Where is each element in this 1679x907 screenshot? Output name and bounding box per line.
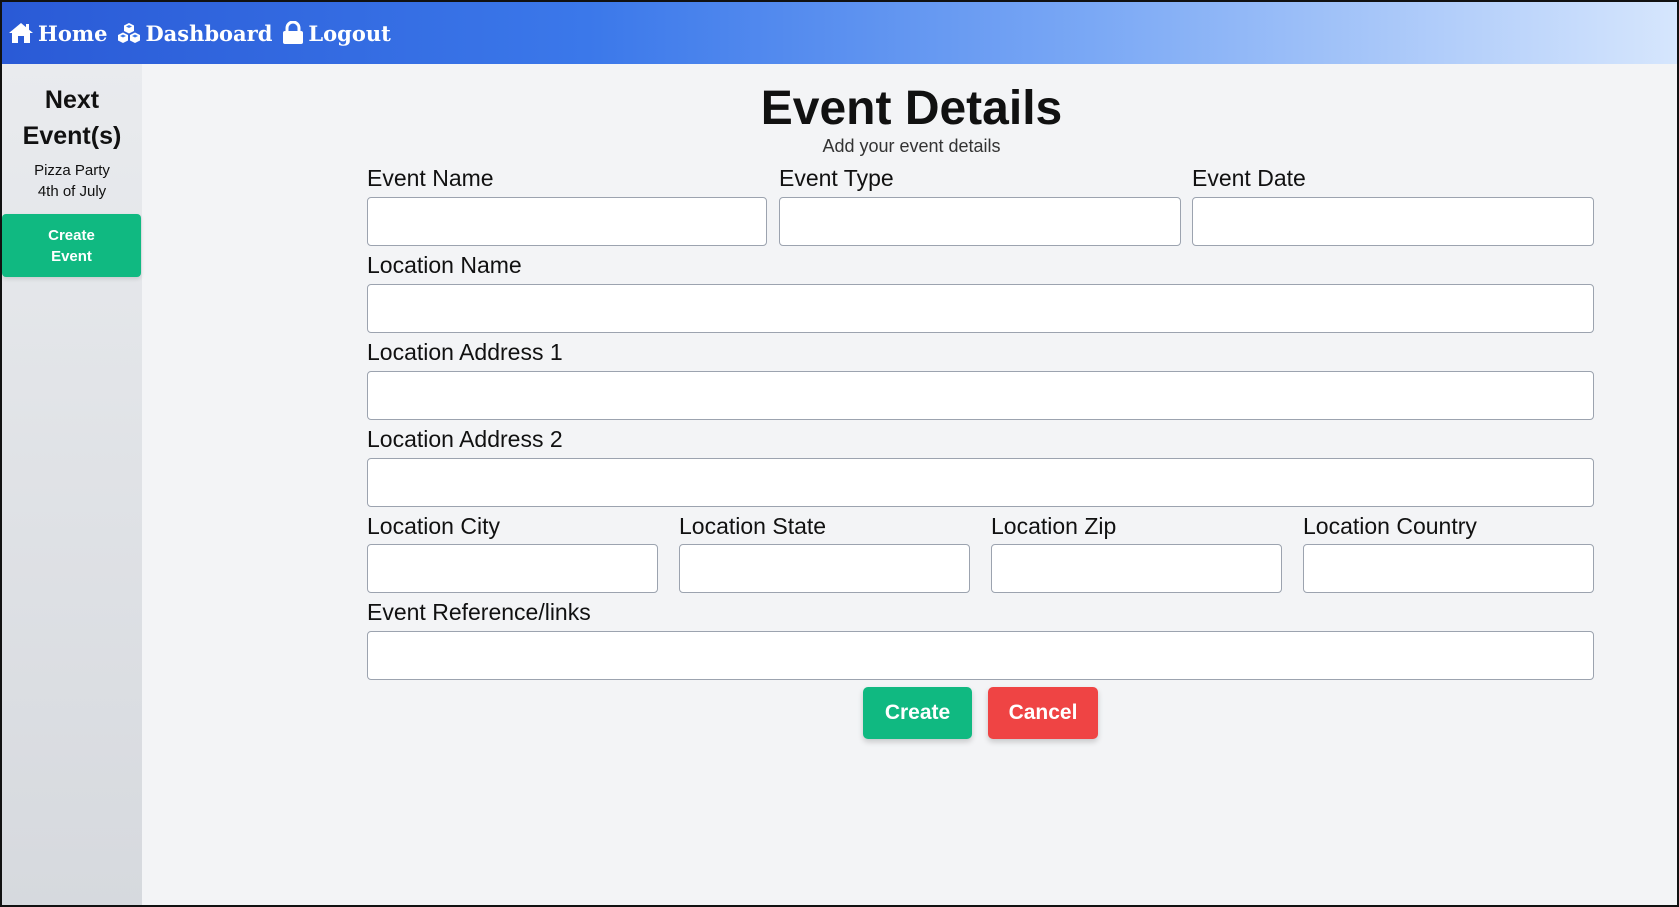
nav-home-link[interactable]: Home [8,21,107,46]
sidebar-heading: Next Event(s) [2,82,142,154]
sidebar: Next Event(s) Pizza Party 4th of July Cr… [2,64,142,905]
event-reference-input[interactable] [367,631,1594,680]
create-event-label-line2: Event [51,247,92,265]
location-city-input[interactable] [367,544,658,593]
sidebar-event-item[interactable]: 4th of July [2,181,142,202]
event-date-label: Event Date [1192,165,1306,191]
event-type-label: Event Type [779,165,894,191]
location-address2-label: Location Address 2 [367,426,563,452]
sidebar-event-item[interactable]: Pizza Party [2,160,142,181]
main-content: Event Details Add your event details Eve… [142,64,1677,905]
location-state-label: Location State [679,513,827,539]
location-address2-input[interactable] [367,458,1594,507]
event-name-input[interactable] [367,197,767,246]
create-button[interactable]: Create [863,687,972,739]
location-address1-input[interactable] [367,371,1594,420]
location-address1-label: Location Address 1 [367,339,563,365]
location-name-label: Location Name [367,252,522,278]
nav-dashboard-link[interactable]: Dashboard [117,21,272,46]
location-country-input[interactable] [1303,544,1594,593]
home-icon [8,22,34,44]
location-zip-label: Location Zip [991,513,1117,539]
event-name-label: Event Name [367,165,494,191]
nav-home-label: Home [38,20,108,46]
sidebar-heading-line2: Event(s) [22,122,122,150]
location-name-input[interactable] [367,284,1594,333]
location-zip-input[interactable] [991,544,1282,593]
page-title: Event Details [760,82,1063,135]
app-window: Home Dashboard Logout Next Event(s) Pizz… [0,0,1679,907]
event-date-input[interactable] [1192,197,1594,246]
sidebar-heading-line1: Next [44,86,100,114]
create-event-label-line1: Create [48,226,95,244]
nav-logout-link[interactable]: Logout [282,20,391,46]
location-state-input[interactable] [679,544,970,593]
sidebar-event-list: Pizza Party 4th of July [2,160,142,202]
cubes-icon [117,22,141,44]
cancel-button[interactable]: Cancel [988,687,1098,739]
top-navbar: Home Dashboard Logout [2,2,1677,64]
location-city-label: Location City [367,513,500,539]
lock-icon [282,21,304,45]
page-subtitle: Add your event details [822,136,1001,156]
location-country-label: Location Country [1303,513,1477,539]
nav-dashboard-label: Dashboard [145,20,273,46]
event-reference-label: Event Reference/links [367,599,591,625]
nav-logout-label: Logout [308,20,391,46]
event-type-input[interactable] [779,197,1181,246]
sidebar-create-event-button[interactable]: Create Event [2,214,141,277]
